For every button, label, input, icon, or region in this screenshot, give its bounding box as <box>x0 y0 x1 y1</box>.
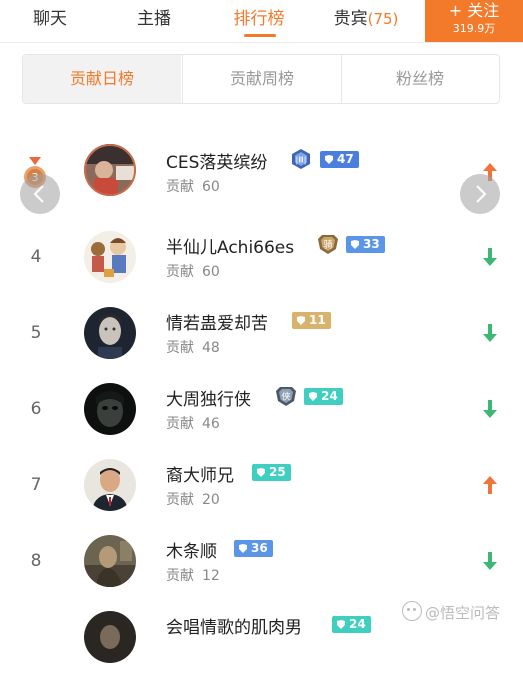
user-name: 会唱情歌的肌肉男 <box>166 618 302 638</box>
level-value: 33 <box>363 237 380 251</box>
user-name: 大周独行侠 <box>166 390 251 410</box>
trend-up-icon <box>483 476 497 494</box>
level-value: 24 <box>321 389 338 403</box>
tab-host[interactable]: 主播 <box>122 0 186 42</box>
contribution: 贡献 60 <box>166 261 220 281</box>
list-item[interactable]: 4 半仙儿Achi66es 骑 33 贡献 60 <box>0 219 523 295</box>
trend-down-icon <box>483 248 497 266</box>
contribution: 贡献 12 <box>166 565 220 585</box>
level-badge: 33 <box>346 236 385 253</box>
list-item[interactable]: 6 大周独行侠 侠 24 贡献 46 <box>0 371 523 447</box>
user-name: CES落英缤纷 <box>166 153 268 173</box>
contribution-value: 20 <box>202 492 220 508</box>
tab-vip[interactable]: 贵宾(75) <box>326 0 406 42</box>
user-name: 木条顺 <box>166 542 217 562</box>
follower-count: 319.9万 <box>452 22 496 35</box>
avatar[interactable] <box>84 535 136 587</box>
level-value: 24 <box>349 617 366 631</box>
rank-number: 5 <box>30 323 42 343</box>
level-value: 25 <box>269 465 286 479</box>
tab-ranking-label: 排行榜 <box>233 9 285 29</box>
tab-vip-label: 贵宾 <box>333 9 368 29</box>
follow-button[interactable]: + 关注 319.9万 <box>425 0 523 42</box>
avatar[interactable] <box>84 231 136 283</box>
avatar[interactable] <box>84 611 136 663</box>
svg-text:|Ⅲ|: |Ⅲ| <box>296 156 307 165</box>
tab-host-label: 主播 <box>137 9 171 29</box>
list-item[interactable]: 7 裔大师兄 25 贡献 20 <box>0 447 523 523</box>
avatar[interactable] <box>84 307 136 359</box>
knight-emblem-icon: 骑 <box>316 233 338 255</box>
active-tab-indicator <box>244 34 276 37</box>
level-value: 11 <box>309 313 326 327</box>
watermark: @悟空问答 <box>402 601 500 623</box>
top-nav: 聊天 主播 排行榜 贵宾(75) + 关注 319.9万 <box>0 0 523 43</box>
tab-chat-label: 聊天 <box>33 9 67 29</box>
level-badge: 25 <box>252 464 291 481</box>
contribution: 贡献 48 <box>166 337 220 357</box>
level-badge: 24 <box>332 616 371 633</box>
trend-down-icon <box>483 324 497 342</box>
contribution-label: 贡献 <box>166 179 194 195</box>
level-value: 47 <box>337 152 354 166</box>
hero-emblem-text: 侠 <box>281 391 290 403</box>
level-badge: 11 <box>292 312 331 329</box>
contribution: 贡献 20 <box>166 489 220 509</box>
wukong-logo-icon <box>402 601 422 621</box>
list-item[interactable]: 5 情若蛊爱却苦 11 贡献 48 <box>0 295 523 371</box>
hero-emblem-icon: 侠 <box>274 385 296 407</box>
user-name: 情若蛊爱却苦 <box>166 314 268 334</box>
trend-down-icon <box>483 400 497 418</box>
contribution-value: 48 <box>202 340 220 356</box>
segment-fans[interactable]: 粉丝榜 <box>341 55 499 103</box>
contribution: 贡献 46 <box>166 413 220 433</box>
contribution: 贡献 60 <box>166 176 220 196</box>
blue-emblem-icon: |Ⅲ| <box>290 148 312 170</box>
tab-chat[interactable]: 聊天 <box>18 0 82 42</box>
contribution-value: 12 <box>202 568 220 584</box>
contribution-label: 贡献 <box>166 340 194 356</box>
avatar[interactable] <box>84 383 136 435</box>
avatar[interactable] <box>84 144 136 196</box>
level-value: 36 <box>251 541 268 555</box>
contribution-value: 60 <box>202 179 220 195</box>
list-item[interactable]: CES落英缤纷 |Ⅲ| 47 贡献 60 <box>0 134 523 210</box>
level-badge: 47 <box>320 151 359 168</box>
next-arrow-button[interactable] <box>460 174 500 214</box>
segment-daily[interactable]: 贡献日榜 <box>23 55 181 103</box>
watermark-text: @悟空问答 <box>425 604 501 622</box>
segment-weekly[interactable]: 贡献周榜 <box>182 55 342 103</box>
list-item[interactable]: 8 木条顺 36 贡献 12 <box>0 523 523 599</box>
user-name: 裔大师兄 <box>166 466 234 486</box>
rank-number: 7 <box>30 475 42 495</box>
user-name: 半仙儿Achi66es <box>166 238 295 258</box>
previous-arrow-button[interactable] <box>20 174 60 214</box>
level-badge: 24 <box>304 388 343 405</box>
follow-label: + 关注 <box>448 1 500 20</box>
avatar[interactable] <box>84 459 136 511</box>
rank-number: 8 <box>30 551 42 571</box>
rank-number: 6 <box>30 399 42 419</box>
contribution-label: 贡献 <box>166 492 194 508</box>
vip-count: (75) <box>367 10 399 28</box>
rank-number: 4 <box>30 247 42 267</box>
ranking-segment-control: 贡献日榜 贡献周榜 粉丝榜 <box>22 54 500 104</box>
contribution-value: 60 <box>202 264 220 280</box>
contribution-label: 贡献 <box>166 264 194 280</box>
contribution-value: 46 <box>202 416 220 432</box>
knight-emblem-text: 骑 <box>323 239 332 251</box>
contribution-label: 贡献 <box>166 568 194 584</box>
trend-down-icon <box>483 552 497 570</box>
level-badge: 36 <box>234 540 273 557</box>
contribution-label: 贡献 <box>166 416 194 432</box>
